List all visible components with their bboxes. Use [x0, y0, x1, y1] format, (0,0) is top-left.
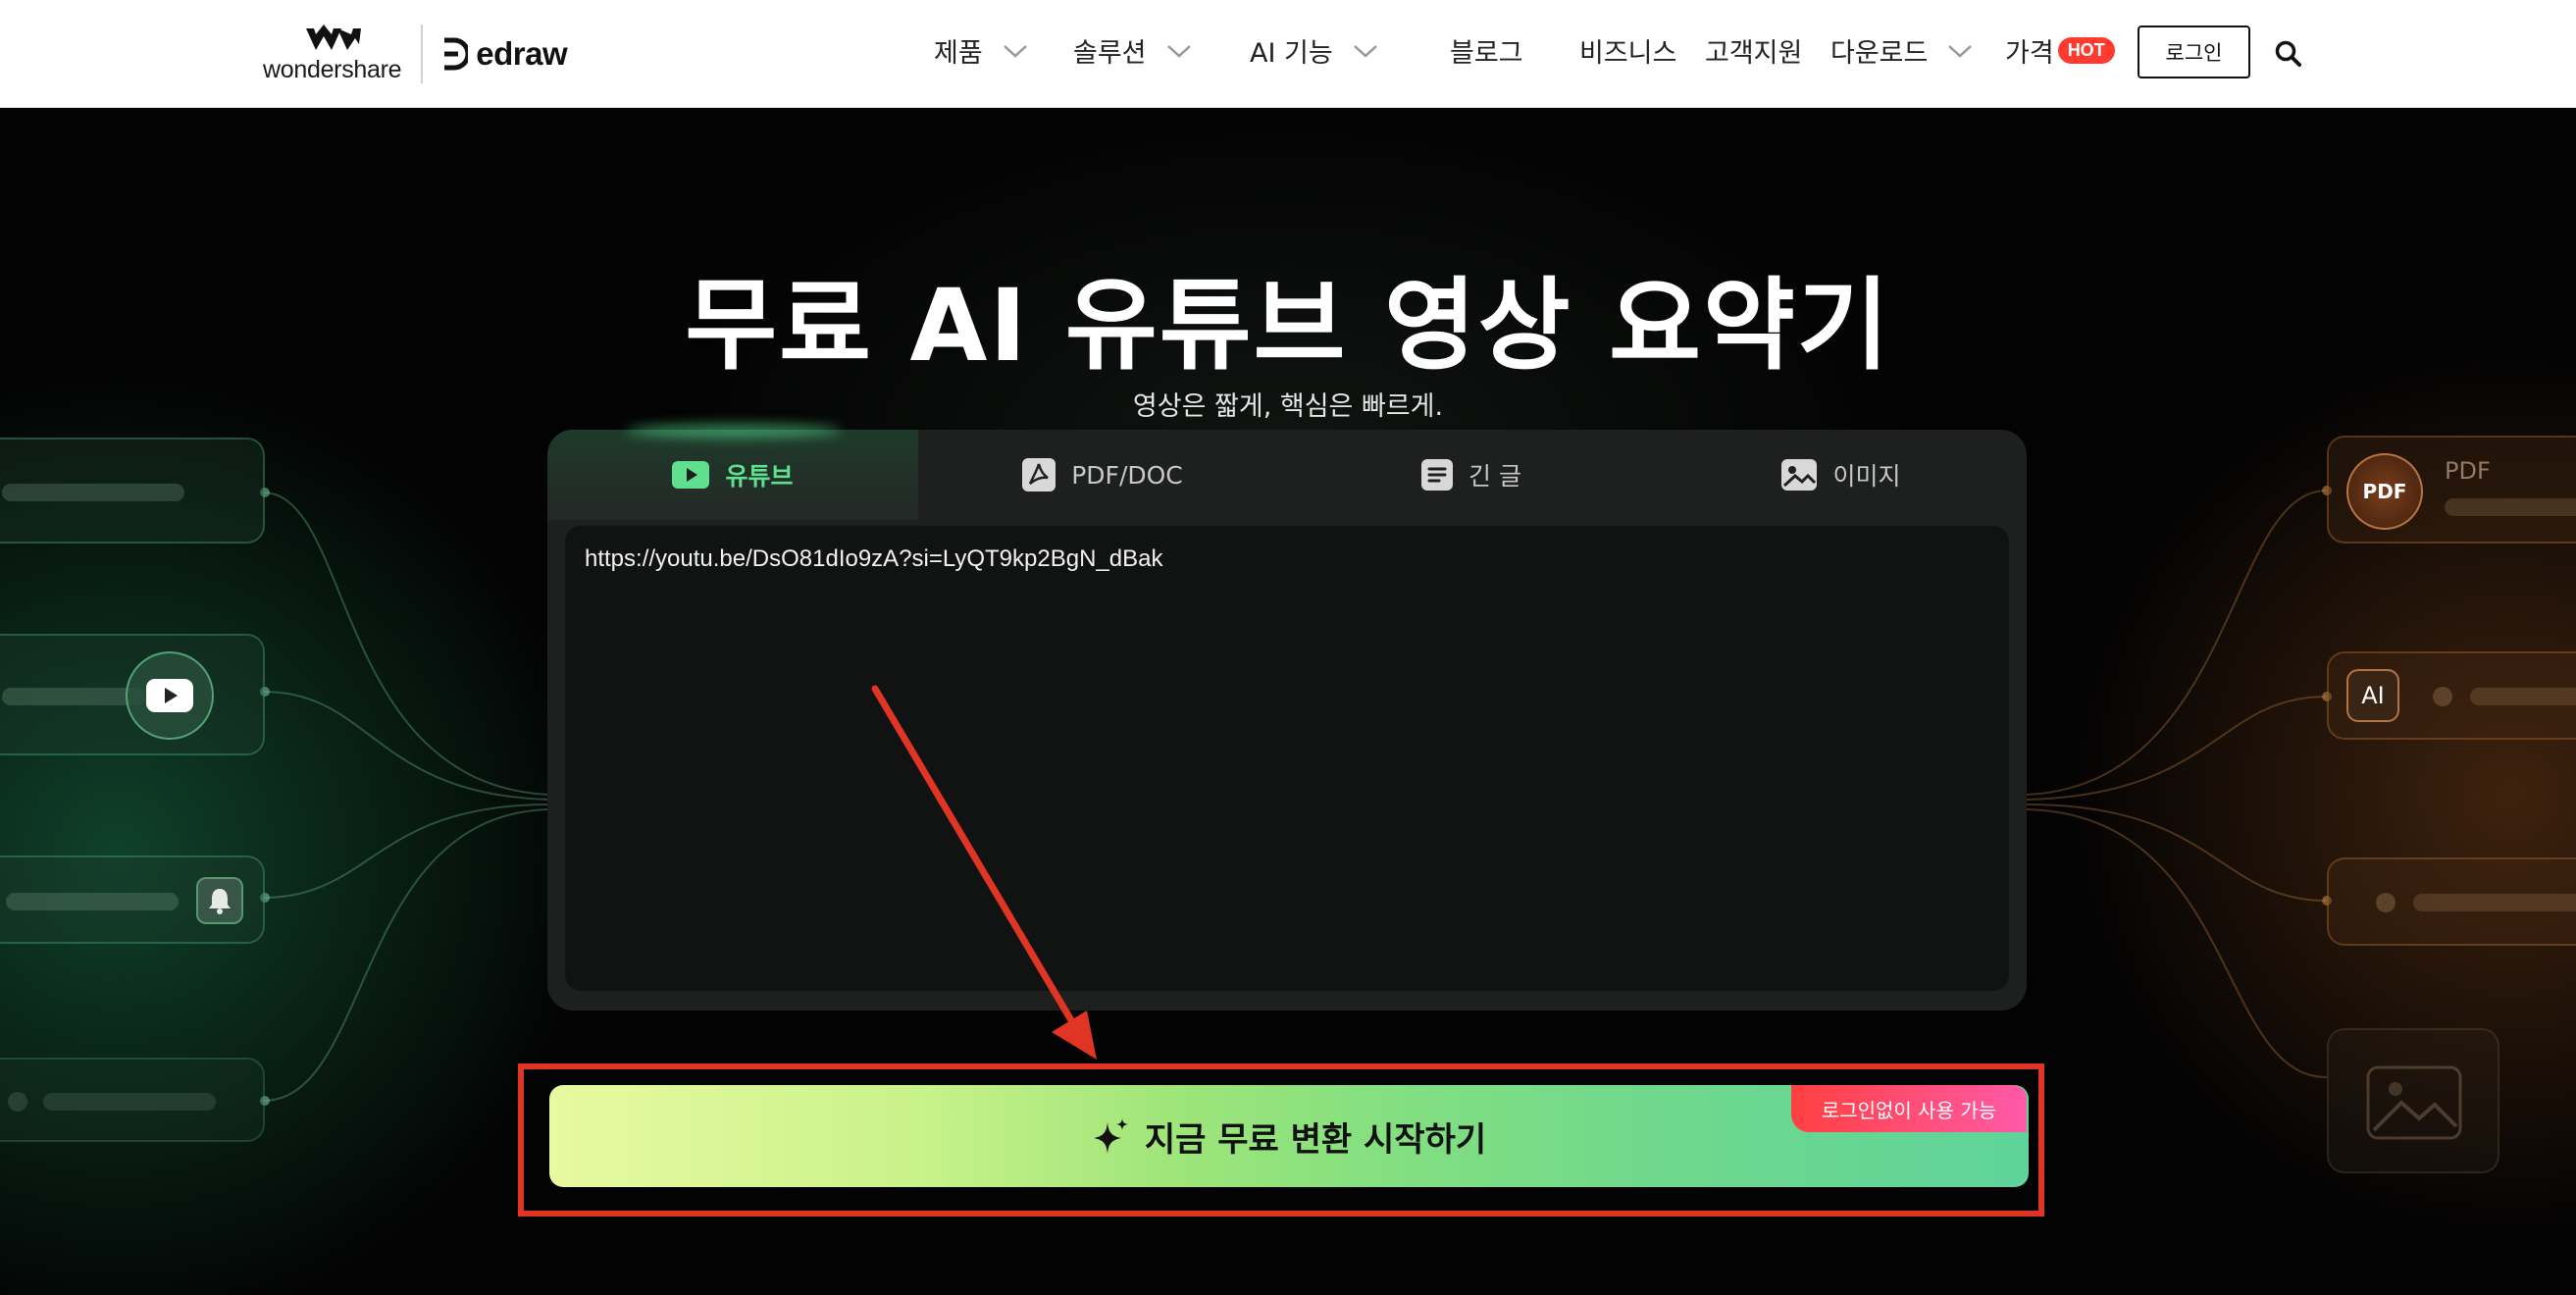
- decor-dot: [2433, 687, 2452, 706]
- image-placeholder-icon: [2366, 1065, 2462, 1140]
- nav-blog[interactable]: 블로그: [1450, 31, 1523, 70]
- tab-label: PDF/DOC: [1071, 460, 1183, 490]
- chevron-down-icon: [1948, 44, 1973, 58]
- youtube-play-icon: [126, 651, 214, 740]
- nav-download[interactable]: 다운로드: [1830, 31, 1973, 70]
- nav-label: 다운로드: [1830, 38, 1929, 69]
- chevron-down-icon: [1353, 44, 1377, 58]
- brand-logo[interactable]: wondershare edraw: [263, 22, 568, 86]
- brand-divider: [421, 25, 424, 83]
- decor-card-left-1: [0, 438, 265, 544]
- page-title: 무료 AI 유튜브 영상 요약기: [685, 268, 1891, 385]
- decor-card-right-3: [2327, 857, 2576, 946]
- nav-solutions[interactable]: 솔루션: [1073, 31, 1192, 70]
- decor-bar: [6, 893, 179, 910]
- nav-support[interactable]: 고객지원: [1705, 31, 1802, 70]
- nav-label: AI 기능: [1250, 38, 1333, 69]
- decor-bar: [43, 1093, 216, 1111]
- chevron-down-icon: [1166, 44, 1191, 58]
- decor-bar: [2445, 498, 2576, 516]
- login-button[interactable]: 로그인: [2138, 26, 2250, 78]
- nav-label: 비즈니스: [1579, 38, 1677, 69]
- image-icon: [1781, 459, 1818, 491]
- pdf-icon: [1022, 458, 1056, 492]
- decor-card-left-4: [0, 1058, 265, 1142]
- wondershare-mark-icon: [305, 24, 361, 50]
- nav-pricing[interactable]: 가격 HOT: [2005, 31, 2115, 70]
- tab-label: 긴 글: [1468, 462, 1521, 491]
- nav-label: 블로그: [1450, 38, 1523, 69]
- tab-image[interactable]: 이미지: [1656, 430, 2027, 520]
- ai-badge-icon: AI: [2346, 669, 2399, 722]
- nav-label: 솔루션: [1073, 38, 1147, 69]
- brand-secondary-text: edraw: [476, 35, 568, 72]
- decor-bar: [2413, 894, 2576, 911]
- document-icon: [1421, 459, 1454, 491]
- decor-pdf-label: PDF: [2445, 457, 2491, 485]
- tab-youtube[interactable]: 유튜브: [547, 430, 918, 520]
- bell-icon: [196, 877, 243, 924]
- chevron-down-icon: [1003, 44, 1027, 58]
- tab-long-text[interactable]: 긴 글: [1287, 430, 1656, 520]
- tab-pdf-doc[interactable]: PDF/DOC: [918, 430, 1287, 520]
- decor-card-right-2: AI: [2327, 651, 2576, 740]
- page-subtitle: 영상은 짧게, 핵심은 빠르게.: [1132, 391, 1444, 422]
- decor-dot: [8, 1092, 27, 1112]
- decor-card-right-1: PDF PDF: [2327, 436, 2576, 544]
- nav-label: 가격: [2005, 38, 2054, 69]
- wondershare-logo: wondershare: [263, 24, 402, 84]
- edraw-mark-icon: [444, 37, 469, 71]
- nav-products[interactable]: 제품: [934, 31, 1028, 70]
- no-login-badge: 로그인없이 사용 가능: [1791, 1085, 2027, 1132]
- decor-bar: [2, 484, 184, 501]
- decor-card-left-2: [0, 634, 265, 755]
- cta-label: 지금 무료 변환 시작하기: [1144, 1119, 1487, 1160]
- sparkle-icon: [1093, 1118, 1128, 1154]
- tab-label: 이미지: [1832, 462, 1901, 491]
- nav-ai-features[interactable]: AI 기능: [1250, 31, 1378, 70]
- pdf-badge-icon: PDF: [2346, 453, 2423, 530]
- edraw-logo: edraw: [440, 35, 568, 73]
- hot-badge: HOT: [2057, 37, 2115, 64]
- decor-card-left-3: [0, 855, 265, 944]
- decor-dot: [2376, 893, 2396, 912]
- brand-primary-text: wondershare: [263, 55, 402, 83]
- nav-label: 고객지원: [1705, 38, 1803, 69]
- decor-bar: [2470, 688, 2576, 705]
- summarizer-panel: 유튜브 PDF/DOC 긴 글 이미지: [547, 424, 2027, 1010]
- url-input[interactable]: [565, 526, 2009, 991]
- tab-label: 유튜브: [725, 462, 794, 491]
- decor-card-right-4: [2327, 1028, 2499, 1173]
- decor-bar: [2, 688, 145, 705]
- nav-label: 제품: [934, 38, 983, 69]
- search-icon[interactable]: [2274, 39, 2303, 69]
- youtube-icon: [672, 461, 710, 489]
- nav-business[interactable]: 비즈니스: [1579, 31, 1676, 70]
- site-header: wondershare edraw 제품 솔루션 AI 기능 블로그 비즈니스 …: [0, 0, 2576, 108]
